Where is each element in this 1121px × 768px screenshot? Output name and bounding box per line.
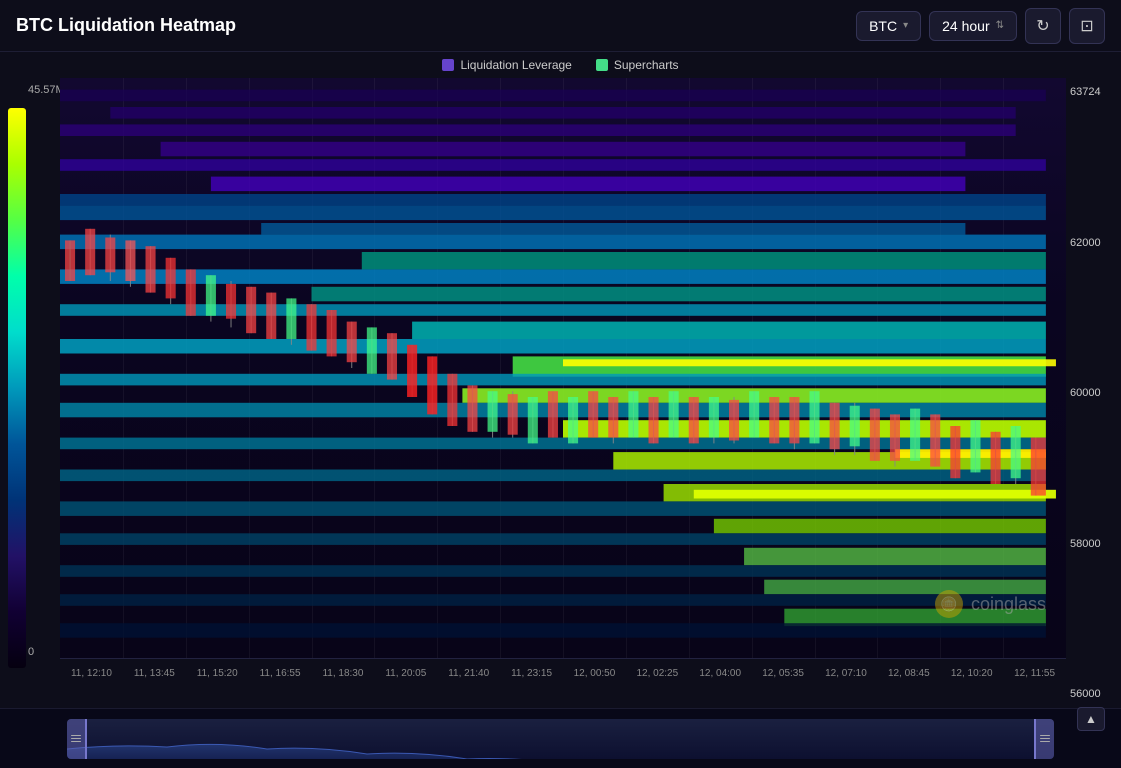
right-grip	[1040, 735, 1050, 742]
price-63724: 63724	[1070, 86, 1117, 98]
grip-line	[1040, 738, 1050, 739]
x-label-13: 12, 08:45	[877, 668, 940, 679]
x-label-8: 12, 00:50	[563, 668, 626, 679]
time-selector[interactable]: 24 hour ⇅	[929, 11, 1017, 41]
camera-icon: ⊡	[1080, 16, 1093, 36]
price-62000: 62000	[1070, 237, 1117, 249]
x-label-11: 12, 05:35	[752, 668, 815, 679]
mini-chart	[67, 719, 1054, 759]
x-label-6: 11, 21:40	[437, 668, 500, 679]
heatmap-svg	[60, 78, 1066, 658]
heatmap-canvas[interactable]: 🪙 coinglass	[60, 78, 1066, 658]
legend-supercharts-dot	[596, 59, 608, 71]
color-scale-bar	[8, 108, 26, 668]
x-label-9: 12, 02:25	[626, 668, 689, 679]
header: BTC Liquidation Heatmap BTC ▾ 24 hour ⇅ …	[0, 0, 1121, 52]
time-arrow: ⇅	[996, 20, 1004, 31]
grip-line	[71, 741, 81, 742]
x-label-1: 11, 13:45	[123, 668, 186, 679]
asset-selector[interactable]: BTC ▾	[856, 11, 921, 41]
x-label-7: 11, 23:15	[500, 668, 563, 679]
x-label-12: 12, 07:10	[815, 668, 878, 679]
y-axis-left: 45.57M 0	[0, 78, 60, 708]
scrollbar-area: ▲	[0, 708, 1121, 768]
watermark-text: coinglass	[971, 594, 1046, 615]
x-label-4: 11, 18:30	[312, 668, 375, 679]
y-axis-right: 63724 62000 60000 58000 56000	[1066, 78, 1121, 708]
grip-line	[1040, 741, 1050, 742]
legend-supercharts: Supercharts	[596, 58, 679, 72]
price-60000: 60000	[1070, 387, 1117, 399]
legend: Liquidation Leverage Supercharts	[0, 52, 1121, 78]
left-grip	[71, 735, 81, 742]
controls-bar: BTC ▾ 24 hour ⇅ ↻ ⊡	[856, 8, 1105, 44]
y-axis-bottom-label: 0	[28, 646, 34, 658]
scroll-up-button[interactable]: ▲	[1077, 707, 1105, 731]
x-label-3: 11, 16:55	[249, 668, 312, 679]
legend-liquidation: Liquidation Leverage	[442, 58, 571, 72]
x-label-14: 12, 10:20	[940, 668, 1003, 679]
x-label-15: 12, 11:55	[1003, 668, 1066, 679]
legend-supercharts-label: Supercharts	[614, 58, 679, 72]
price-56000: 56000	[1070, 688, 1117, 700]
scrollbar-track[interactable]	[67, 719, 1054, 759]
x-label-5: 11, 20:05	[374, 668, 437, 679]
asset-arrow: ▾	[903, 20, 908, 31]
watermark-icon: 🪙	[935, 590, 963, 618]
scrollbar-thumb-right[interactable]	[1034, 719, 1054, 759]
x-axis: 11, 12:10 11, 13:45 11, 15:20 11, 16:55 …	[60, 658, 1066, 688]
x-label-0: 11, 12:10	[60, 668, 123, 679]
page-title: BTC Liquidation Heatmap	[16, 15, 856, 36]
grip-line	[71, 735, 81, 736]
grip-line	[1040, 735, 1050, 736]
x-label-10: 12, 04:00	[689, 668, 752, 679]
scrollbar-thumb-left[interactable]	[67, 719, 87, 759]
legend-liquidation-dot	[442, 59, 454, 71]
x-label-2: 11, 15:20	[186, 668, 249, 679]
mini-chart-svg	[67, 719, 1054, 759]
legend-liquidation-label: Liquidation Leverage	[460, 58, 571, 72]
price-58000: 58000	[1070, 538, 1117, 550]
refresh-icon: ↻	[1036, 16, 1049, 36]
grip-line	[71, 738, 81, 739]
screenshot-button[interactable]: ⊡	[1069, 8, 1105, 44]
watermark: 🪙 coinglass	[935, 590, 1046, 618]
refresh-button[interactable]: ↻	[1025, 8, 1061, 44]
